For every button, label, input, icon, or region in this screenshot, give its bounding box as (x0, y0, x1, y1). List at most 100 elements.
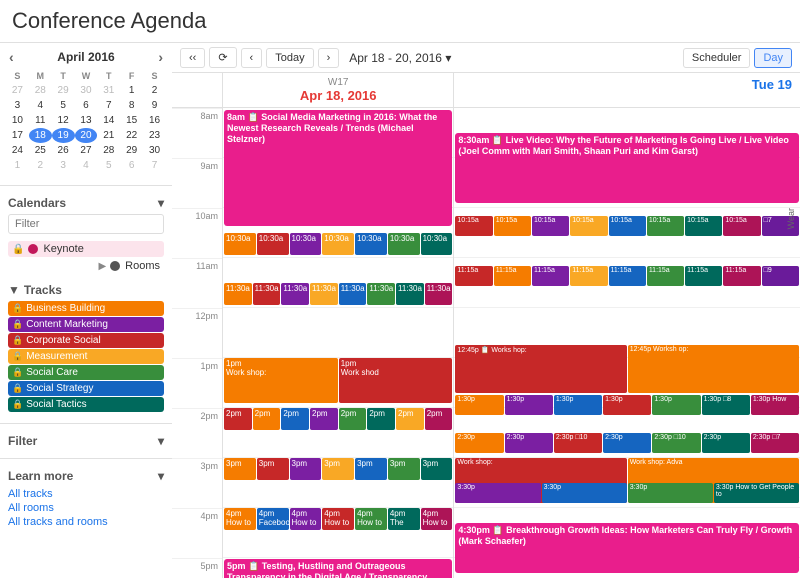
prev-btn[interactable]: ‹ (241, 48, 263, 68)
track-item-measurement[interactable]: 🔒 Measurement (8, 349, 164, 364)
event-3pm-1[interactable]: 3pm (224, 458, 256, 480)
event-3pm-3[interactable]: 3pm (290, 458, 322, 480)
event-230-2[interactable]: 2:30p (505, 433, 553, 453)
cal-day[interactable]: 20 (75, 128, 98, 143)
event-2pm-1[interactable]: 2pm (224, 408, 252, 430)
cal-day[interactable]: 19 (52, 128, 75, 143)
event-live-video[interactable]: 8:30am 📋 Live Video: Why the Future of M… (455, 133, 799, 203)
all-tracks-rooms-link[interactable]: All tracks and rooms (8, 515, 164, 529)
event-230-7[interactable]: 2:30p □7 (751, 433, 799, 453)
day-btn[interactable]: Day (754, 48, 792, 68)
cal-day[interactable]: 3 (52, 158, 75, 173)
calendar-filter-input[interactable] (8, 214, 164, 234)
cal-day[interactable]: 18 (29, 128, 52, 143)
all-rooms-link[interactable]: All rooms (8, 501, 164, 515)
cal-day[interactable]: 28 (29, 83, 52, 98)
track-item-corporate[interactable]: 🔒 Corporate Social (8, 333, 164, 348)
event-4pm-3[interactable]: 4pm How to (290, 508, 322, 530)
event-1030-2[interactable]: 10:30a (257, 233, 289, 255)
event-330-1[interactable]: 3:30p (455, 483, 540, 503)
refresh-btn[interactable]: ⟳ (209, 47, 236, 68)
event-3pm-2[interactable]: 3pm (257, 458, 289, 480)
track-item-business[interactable]: 🔒 Business Building (8, 301, 164, 316)
track-item-content[interactable]: 🔒 Content Marketing (8, 317, 164, 332)
event-1015-2[interactable]: 10:15a (494, 216, 531, 236)
event-1115-2[interactable]: 11:15a (494, 266, 531, 286)
cal-day[interactable]: 25 (29, 143, 52, 158)
cal-day[interactable]: 31 (97, 83, 120, 98)
event-1130-4[interactable]: 11:30a (310, 283, 338, 305)
event-social-media-marketing[interactable]: 8am 📋 Social Media Marketing in 2016: Wh… (224, 110, 452, 226)
event-1030-6[interactable]: 10:30a (388, 233, 420, 255)
event-1130-5[interactable]: 11:30a (339, 283, 367, 305)
event-1115-4[interactable]: 11:15a (570, 266, 607, 286)
cal-day[interactable]: 2 (143, 83, 166, 98)
event-1115-1[interactable]: 11:15a (455, 266, 492, 286)
event-1030-4[interactable]: 10:30a (322, 233, 354, 255)
track-item-social-care[interactable]: 🔒 Social Care (8, 365, 164, 380)
event-1130-1[interactable]: 11:30a (224, 283, 252, 305)
event-330-4[interactable]: 3:30p How to Get People to (714, 483, 799, 503)
scheduler-btn[interactable]: Scheduler (683, 48, 751, 68)
event-1030-3[interactable]: 10:30a (290, 233, 322, 255)
cal-day[interactable]: 4 (75, 158, 98, 173)
event-130-1[interactable]: 1:30p (455, 395, 503, 415)
cal-day[interactable]: 22 (120, 128, 143, 143)
track-item-social-tactics[interactable]: 🔒 Social Tactics (8, 397, 164, 412)
cal-day[interactable]: 6 (120, 158, 143, 173)
event-1115-7[interactable]: 11:15a (685, 266, 722, 286)
event-1015-8[interactable]: 10:15a (723, 216, 760, 236)
prev-month-btn[interactable]: ‹ (6, 49, 17, 65)
cal-day[interactable]: 2 (29, 158, 52, 173)
event-230-3[interactable]: 2:30p □10 (554, 433, 602, 453)
calendars-section-header[interactable]: Calendars ▾ (8, 196, 164, 210)
event-4pm-4[interactable]: 4pm How to (322, 508, 354, 530)
cal-day[interactable]: 15 (120, 113, 143, 128)
keynote-calendar-item[interactable]: 🔒 Keynote (8, 241, 164, 257)
event-230-6[interactable]: 2:30p (702, 433, 750, 453)
event-breakthrough[interactable]: 4:30pm 📋 Breakthrough Growth Ideas: How … (455, 523, 799, 573)
event-230-4[interactable]: 2:30p (603, 433, 651, 453)
all-tracks-link[interactable]: All tracks (8, 487, 164, 501)
event-1030-1[interactable]: 10:30a (224, 233, 256, 255)
event-1115-3[interactable]: 11:15a (532, 266, 569, 286)
event-1115-5[interactable]: 11:15a (609, 266, 646, 286)
event-130-2[interactable]: 1:30p (505, 395, 553, 415)
event-3pm-7[interactable]: 3pm (421, 458, 453, 480)
next-month-btn[interactable]: › (155, 49, 166, 65)
event-1015-5[interactable]: 10:15a (609, 216, 646, 236)
event-130-3[interactable]: 1:30p (554, 395, 602, 415)
cal-day[interactable]: 30 (75, 83, 98, 98)
cal-day[interactable]: 24 (6, 143, 29, 158)
cal-day[interactable]: 12 (52, 113, 75, 128)
event-1115-9[interactable]: □9 (762, 266, 799, 286)
cal-day[interactable]: 27 (6, 83, 29, 98)
event-1015-1[interactable]: 10:15a (455, 216, 492, 236)
cal-day[interactable]: 1 (6, 158, 29, 173)
cal-day[interactable]: 23 (143, 128, 166, 143)
event-2pm-3[interactable]: 2pm (281, 408, 309, 430)
event-1245-workshop-2[interactable]: 12:45p Worksh op: (628, 345, 799, 393)
track-item-social-strategy[interactable]: 🔒 Social Strategy (8, 381, 164, 396)
event-230-1[interactable]: 2:30p (455, 433, 503, 453)
event-330-2[interactable]: 3:30p (542, 483, 627, 503)
event-1130-2[interactable]: 11:30a (253, 283, 281, 305)
event-4pm-1[interactable]: 4pm How to (224, 508, 256, 530)
cal-day[interactable]: 5 (97, 158, 120, 173)
event-2pm-2[interactable]: 2pm (253, 408, 281, 430)
event-1015-7[interactable]: 10:15a (685, 216, 722, 236)
cal-day[interactable]: 4 (29, 98, 52, 113)
event-1015-3[interactable]: 10:15a (532, 216, 569, 236)
event-2pm-5[interactable]: 2pm (339, 408, 367, 430)
cal-day[interactable]: 16 (143, 113, 166, 128)
event-2pm-8[interactable]: 2pm (425, 408, 453, 430)
date-range-label[interactable]: Apr 18 - 20, 2016 ▾ (349, 51, 451, 65)
cal-day[interactable]: 17 (6, 128, 29, 143)
event-330-3[interactable]: 3:30p (628, 483, 713, 503)
cal-day[interactable]: 29 (120, 143, 143, 158)
cal-day[interactable]: 11 (29, 113, 52, 128)
cal-day[interactable]: 13 (75, 113, 98, 128)
cal-day[interactable]: 30 (143, 143, 166, 158)
rooms-calendar-item[interactable]: ▶ Rooms (8, 258, 164, 274)
event-2pm-4[interactable]: 2pm (310, 408, 338, 430)
